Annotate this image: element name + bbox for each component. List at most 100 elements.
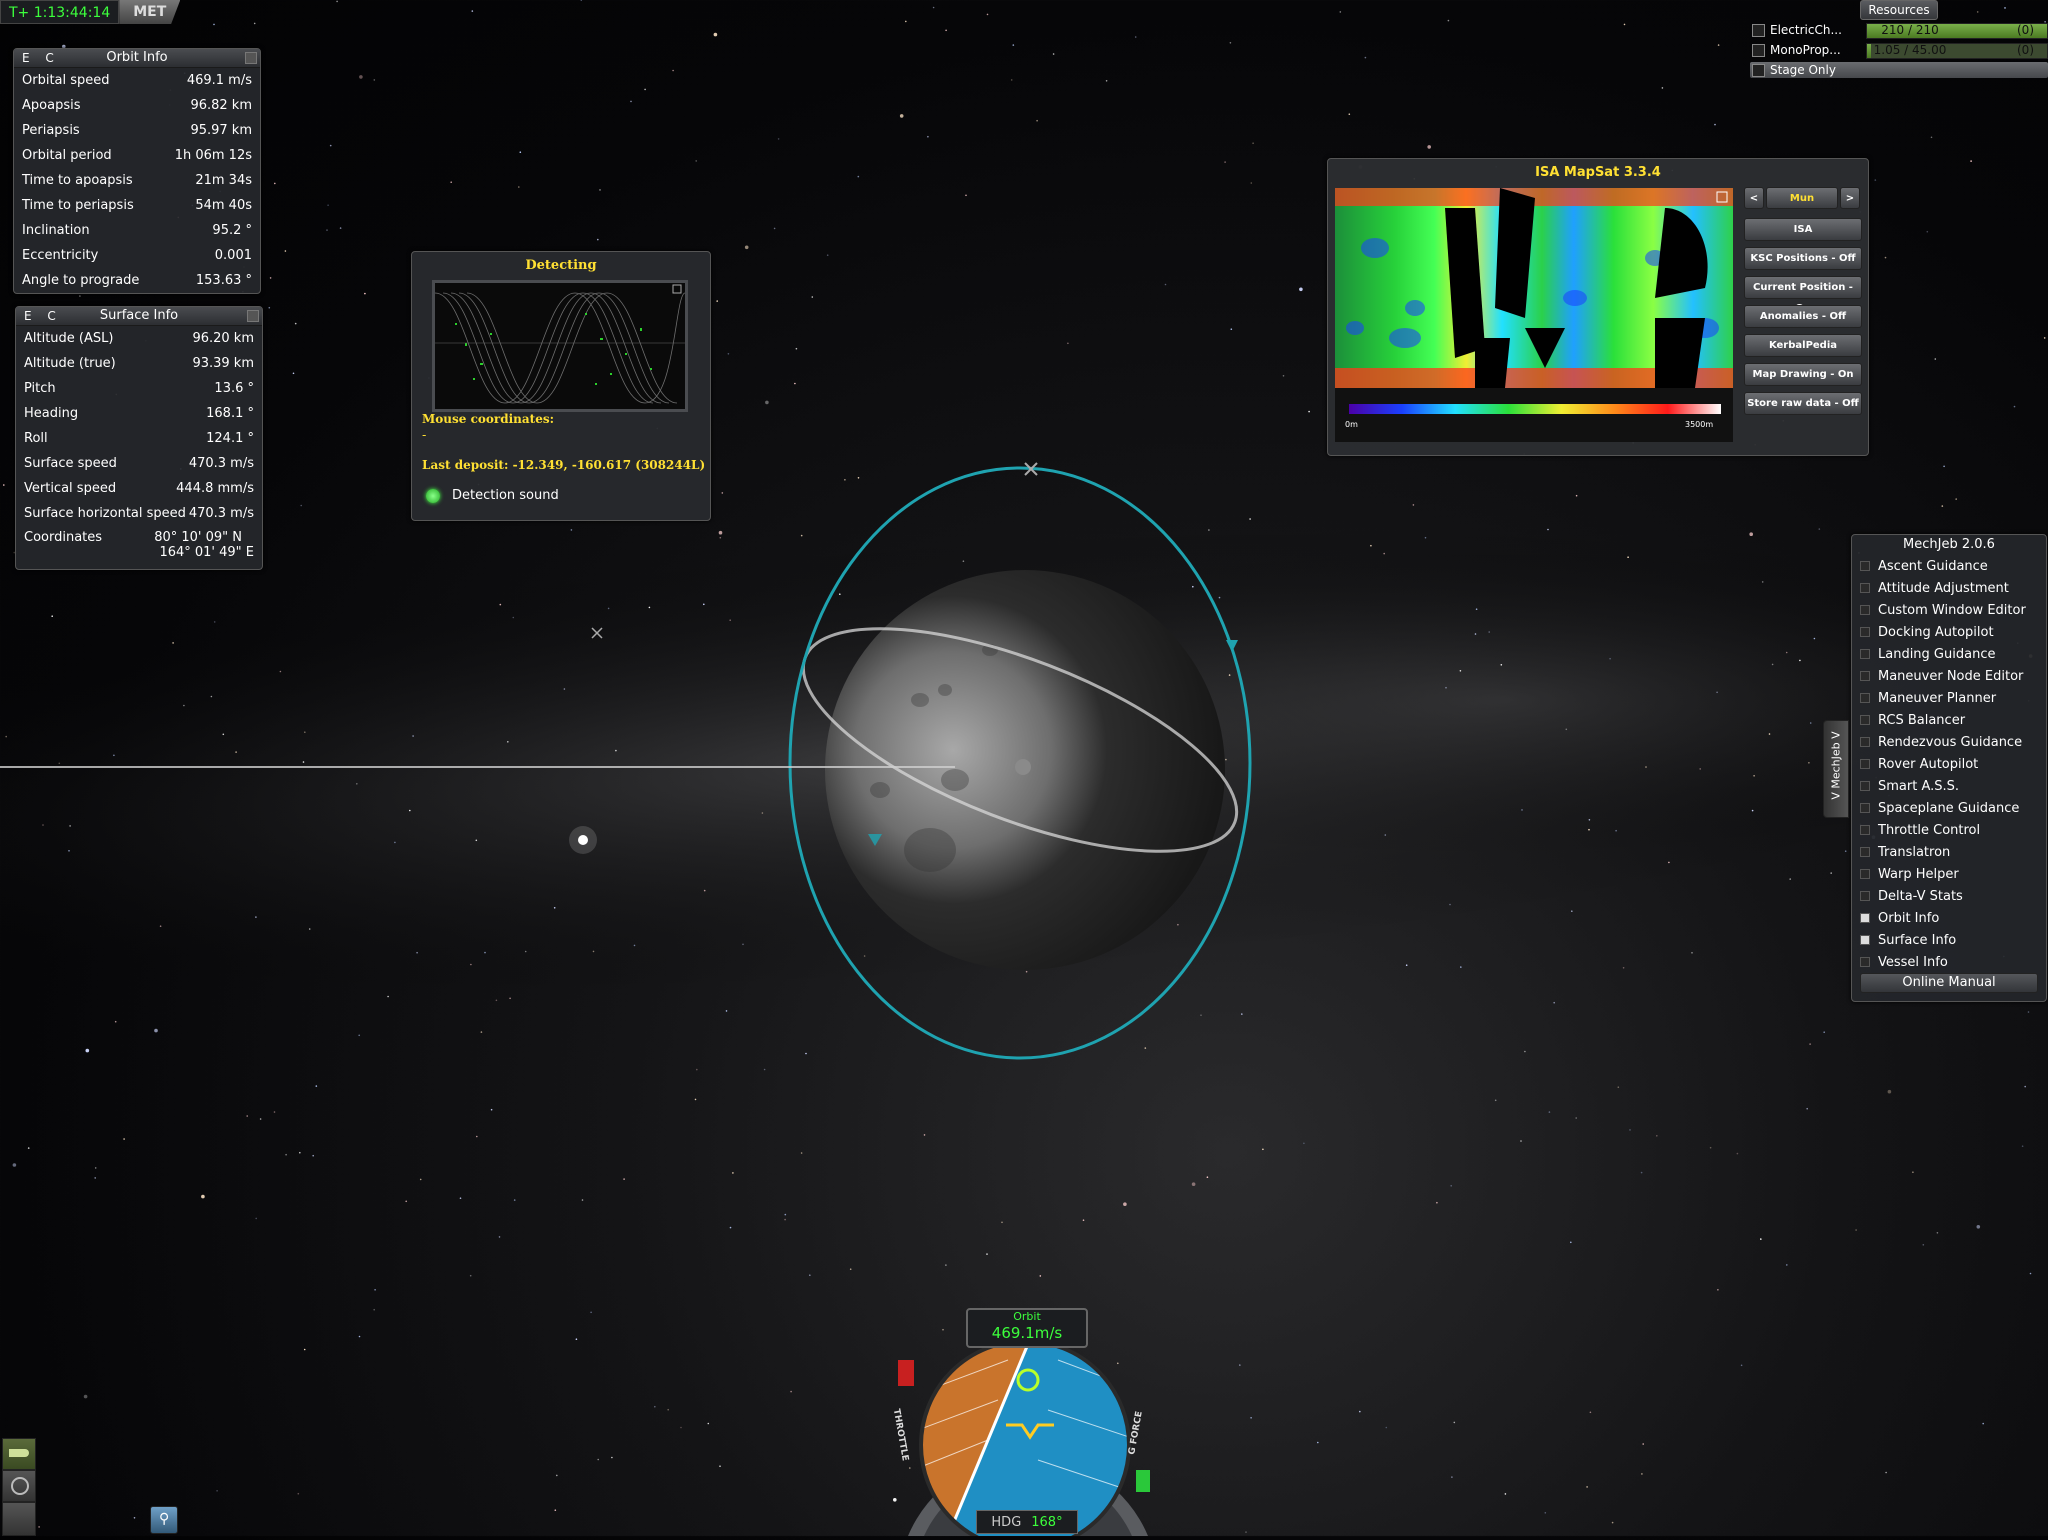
speed-display[interactable]: Orbit 469.1m/s [966,1308,1088,1348]
mapsat-option-button[interactable]: KerbalPedia [1744,334,1862,357]
mapsat-option-button[interactable]: Map Drawing - On [1744,363,1862,386]
surface-info-titlebar[interactable]: E C Surface Info [16,307,262,326]
star [1224,161,1226,163]
star [172,642,174,644]
mapsat-map[interactable] [1335,188,1733,388]
mechjeb-module-checkbox[interactable] [1860,781,1870,791]
mechjeb-module-checkbox[interactable] [1860,891,1870,901]
orbit-info-row: Angle to prograde 153.63 ° [14,268,260,293]
star [1661,87,1664,89]
surface-info-value: 13.6 ° [214,381,254,396]
mechjeb-side-tab[interactable]: V MechJeb V [1823,720,1849,818]
mapsat-option-button[interactable]: Store raw data - Off [1744,392,1862,415]
mechjeb-module-item[interactable]: Throttle Control [1852,819,2046,841]
resource-checkbox[interactable] [1752,24,1765,37]
mechjeb-module-checkbox[interactable] [1860,935,1870,945]
star [667,1408,669,1411]
detection-sound-toggle[interactable]: Detection sound [426,488,559,503]
mechjeb-module-checkbox[interactable] [1860,825,1870,835]
mapsat-body-button[interactable]: Mun [1766,187,1838,209]
surface-info-value: 470.3 m/s [188,456,254,471]
mechjeb-module-item[interactable]: Vessel Info [1852,951,2046,973]
star [1617,1086,1620,1088]
star [1504,1493,1507,1495]
star [1976,11,1979,13]
surface-info-ec[interactable]: E C [24,307,62,325]
staging-view-button[interactable] [2,1438,36,1470]
star [394,841,396,844]
mapsat-option-button[interactable]: Anomalies - Off [1744,305,1862,328]
orbit-info-resize-icon[interactable] [245,52,257,64]
mapsat-option-button[interactable]: KSC Positions - Off [1744,247,1862,270]
resource-row[interactable]: ElectricCh... 210 / 210 (0) [1750,22,2048,39]
star [358,1034,361,1037]
mechjeb-module-checkbox[interactable] [1860,627,1870,637]
detection-sound-indicator-icon[interactable] [426,488,440,503]
star [729,619,731,621]
mechjeb-module-item[interactable]: Translatron [1852,841,2046,863]
mechjeb-module-checkbox[interactable] [1860,649,1870,659]
detecting-map[interactable] [432,280,688,412]
eva-button[interactable]: ⚲ [150,1506,178,1534]
mechjeb-module-checkbox[interactable] [1860,803,1870,813]
mechjeb-module-item[interactable]: Docking Autopilot [1852,621,2046,643]
mechjeb-module-item[interactable]: Rendezvous Guidance [1852,731,2046,753]
star [1982,1422,1984,1425]
maneuver-view-button[interactable] [2,1502,36,1536]
mechjeb-module-checkbox[interactable] [1860,737,1870,747]
mechjeb-module-checkbox[interactable] [1860,693,1870,703]
mapsat-next-button[interactable]: > [1840,187,1860,209]
mechjeb-module-item[interactable]: Smart A.S.S. [1852,775,2046,797]
surface-info-window: E C Surface Info Altitude (ASL) 96.20 km A… [15,306,263,570]
mechjeb-module-checkbox[interactable] [1860,759,1870,769]
mechjeb-module-item[interactable]: Maneuver Node Editor [1852,665,2046,687]
mechjeb-module-checkbox[interactable] [1860,671,1870,681]
met-display: T+ 1:13:44:14 MET [0,0,181,24]
orbit-info-ec[interactable]: E C [22,49,60,67]
throttle-gauge[interactable] [898,1360,914,1386]
mechjeb-module-item[interactable]: Spaceplane Guidance [1852,797,2046,819]
mechjeb-module-checkbox[interactable] [1860,561,1870,571]
star [480,1031,483,1033]
mechjeb-module-item[interactable]: Rover Autopilot [1852,753,2046,775]
resource-row[interactable]: MonoProp... 1.05 / 45.00 (0) [1750,42,2048,59]
star [927,135,929,138]
mechjeb-module-item[interactable]: Orbit Info [1852,907,2046,929]
mechjeb-module-item[interactable]: RCS Balancer [1852,709,2046,731]
map-expand-icon[interactable] [672,284,682,294]
mechjeb-module-checkbox[interactable] [1860,715,1870,725]
mechjeb-module-item[interactable]: Custom Window Editor [1852,599,2046,621]
mechjeb-module-checkbox[interactable] [1860,957,1870,967]
mechjeb-module-item[interactable]: Ascent Guidance [1852,555,2046,577]
crew-view-button[interactable] [2,1470,36,1502]
mechjeb-module-checkbox[interactable] [1860,605,1870,615]
mechjeb-module-item[interactable]: Attitude Adjustment [1852,577,2046,599]
resources-title[interactable]: Resources [1860,0,1938,20]
mapsat-prev-button[interactable]: < [1744,187,1764,209]
surface-info-value: 470.3 m/s [188,506,254,521]
mechjeb-module-checkbox[interactable] [1860,913,1870,923]
orbit-info-titlebar[interactable]: E C Orbit Info [14,49,260,68]
surface-info-resize-icon[interactable] [247,310,259,322]
mechjeb-module-item[interactable]: Landing Guidance [1852,643,2046,665]
mechjeb-module-item[interactable]: Warp Helper [1852,863,2046,885]
mechjeb-module-item[interactable]: Maneuver Planner [1852,687,2046,709]
mechjeb-module-checkbox[interactable] [1860,847,1870,857]
stage-only-toggle[interactable]: Stage Only [1750,62,2048,78]
mechjeb-module-item[interactable]: Surface Info [1852,929,2046,951]
mapsat-option-button[interactable]: Current Position - On [1744,276,1862,314]
resource-checkbox[interactable] [1752,44,1765,57]
star [1588,819,1591,821]
star [556,1474,558,1477]
star [800,1152,803,1154]
mapsat-option-button[interactable]: ISA [1744,218,1862,241]
mechjeb-module-checkbox[interactable] [1860,583,1870,593]
mechjeb-module-checkbox[interactable] [1860,869,1870,879]
met-label[interactable]: MET [119,0,181,24]
stage-only-checkbox[interactable] [1752,64,1765,77]
mechjeb-module-item[interactable]: Delta-V Stats [1852,885,2046,907]
mechjeb-online-manual-button[interactable]: Online Manual [1860,973,2038,993]
star [114,1020,117,1023]
star [1934,358,1937,360]
star [27,1147,30,1149]
